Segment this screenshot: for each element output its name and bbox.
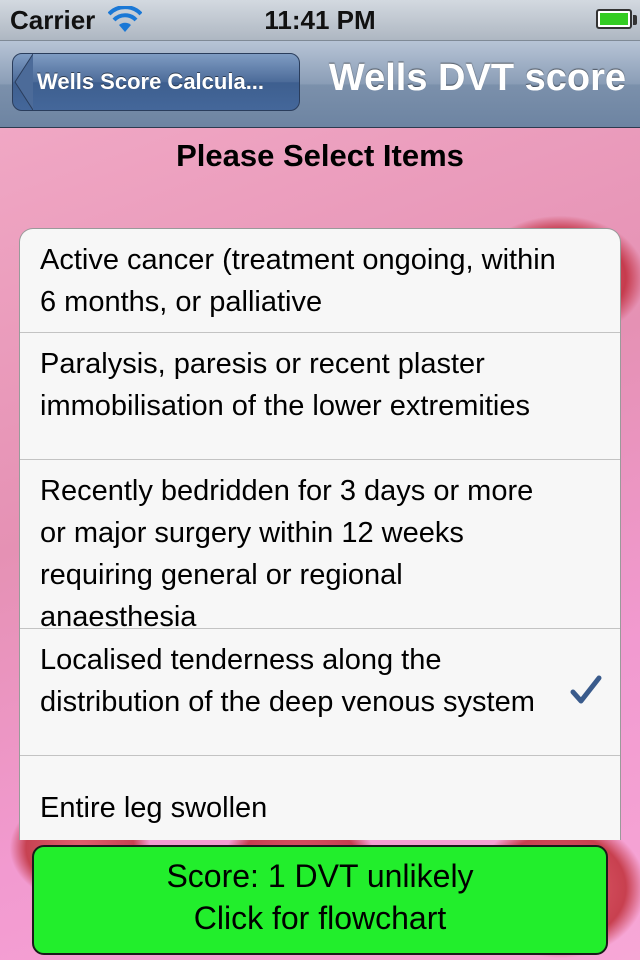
- criteria-row-bedridden[interactable]: Recently bedridden for 3 days or more or…: [20, 460, 620, 633]
- criteria-row-active-cancer[interactable]: Active cancer (treatment ongoing, within…: [20, 229, 620, 333]
- criteria-row-label: Recently bedridden for 3 days or more or…: [40, 475, 534, 633]
- back-button-label: Wells Score Calcula...: [37, 69, 265, 94]
- checkmark-icon: [570, 675, 602, 704]
- status-time: 11:41 PM: [264, 5, 376, 35]
- criteria-row-label: Entire leg swollen: [40, 792, 268, 824]
- back-arrow-icon: [14, 54, 33, 110]
- criteria-row-tenderness[interactable]: Localised tenderness along the distribut…: [20, 629, 620, 756]
- page-heading: Please Select Items: [176, 138, 464, 173]
- criteria-row-label: Active cancer (treatment ongoing, within…: [40, 244, 556, 318]
- criteria-row-label: Localised tenderness along the distribut…: [40, 644, 535, 718]
- criteria-row-paralysis[interactable]: Paralysis, paresis or recent plaster imm…: [20, 333, 620, 460]
- back-button[interactable]: Wells Score Calcula...: [12, 53, 300, 111]
- criteria-table: Active cancer (treatment ongoing, within…: [19, 228, 621, 840]
- score-flowchart-button[interactable]: Score: 1 DVT unlikely Click for flowchar…: [32, 845, 608, 955]
- nav-title: Wells DVT score: [328, 57, 626, 99]
- navigation-bar: Wells Score Calcula... Wells DVT score: [0, 41, 640, 128]
- status-bar: Carrier 11:41 PM: [0, 0, 640, 41]
- flowchart-link-text: Click for flowchart: [193, 900, 447, 936]
- criteria-row-label: Paralysis, paresis or recent plaster imm…: [40, 348, 530, 422]
- battery-icon: [596, 9, 632, 29]
- score-text: Score: 1 DVT unlikely: [166, 858, 474, 894]
- battery-tip: [633, 15, 637, 25]
- criteria-row-leg-swollen[interactable]: Entire leg swollen: [20, 756, 620, 840]
